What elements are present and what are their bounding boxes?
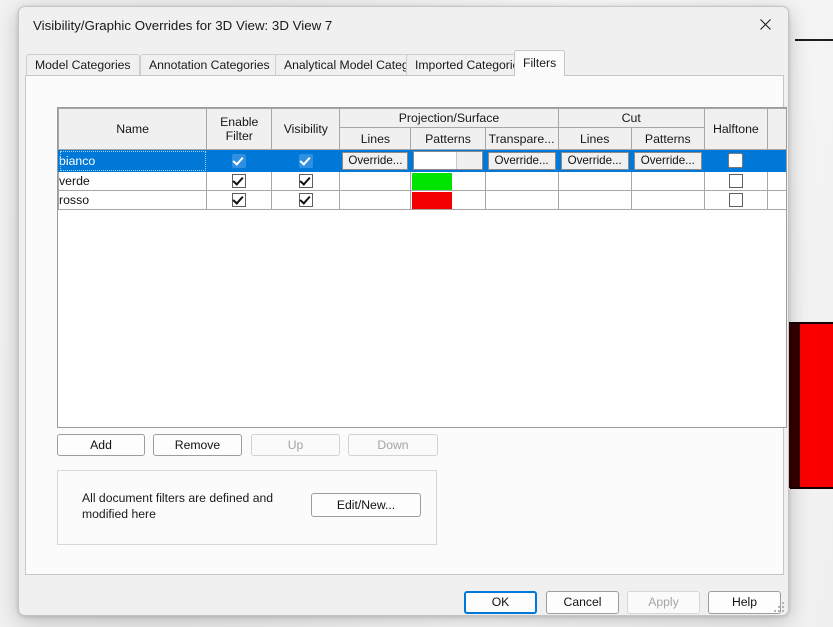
row-projection-patterns-override[interactable] (410, 190, 486, 210)
row-name[interactable]: bianco (58, 149, 208, 172)
ok-button[interactable]: OK (464, 591, 537, 614)
filter-action-buttons: Add Remove Up Down (57, 434, 477, 456)
help-button[interactable]: Help (708, 591, 781, 614)
filters-info-groupbox: All document filters are defined and mod… (57, 470, 437, 545)
row-name[interactable]: rosso (58, 190, 208, 210)
apply-button[interactable]: Apply (627, 591, 700, 614)
add-button[interactable]: Add (57, 434, 145, 456)
tab-strip: Model Categories Annotation Categories A… (25, 47, 784, 76)
col-header-cut-patterns[interactable]: Patterns (630, 127, 705, 150)
checkbox-icon (728, 174, 743, 189)
row-spacer (766, 190, 786, 210)
filters-table-body: bianco Override... Override... Override.… (58, 149, 786, 210)
row-projection-transparency-override[interactable] (484, 171, 559, 191)
row-spacer (766, 171, 786, 191)
col-header-visibility[interactable]: Visibility (271, 108, 341, 150)
table-row[interactable]: verde (58, 171, 786, 191)
checkbox-icon (232, 193, 247, 208)
row-halftone-checkbox[interactable] (703, 149, 768, 172)
filters-info-text: All document filters are defined and mod… (82, 491, 274, 521)
col-header-halftone[interactable]: Halftone (703, 108, 768, 150)
table-row[interactable]: bianco Override... Override... Override.… (58, 149, 786, 172)
tab-model-categories[interactable]: Model Categories (26, 54, 140, 76)
pattern-color-swatch (412, 192, 453, 209)
filters-tab-page: Name Enable Filter Visibility Projection… (25, 75, 787, 575)
filters-grid[interactable]: Name Enable Filter Visibility Projection… (57, 107, 787, 428)
row-projection-lines-override[interactable] (339, 190, 412, 210)
tab-filters[interactable]: Filters (514, 50, 566, 76)
row-spacer (766, 149, 786, 172)
row-cut-patterns-override[interactable] (630, 190, 705, 210)
pattern-color-swatch (412, 173, 453, 190)
row-enable-filter-checkbox[interactable] (206, 171, 273, 191)
screen-root: Visibility/Graphic Overrides for 3D View… (0, 0, 833, 627)
enable-filter-line-1: Enable (220, 115, 259, 129)
row-cut-lines-override[interactable] (557, 171, 632, 191)
visibility-graphic-overrides-dialog: Visibility/Graphic Overrides for 3D View… (18, 6, 789, 616)
col-header-enable-filter[interactable]: Enable Filter (206, 108, 273, 150)
row-cut-patterns-override[interactable] (630, 171, 705, 191)
filters-table: Name Enable Filter Visibility Projection… (58, 108, 786, 210)
col-header-spacer (766, 108, 786, 150)
row-halftone-checkbox[interactable] (703, 171, 768, 191)
pattern-swatch-button (413, 151, 483, 170)
edit-new-button[interactable]: Edit/New... (311, 493, 421, 517)
tab-annotation-categories[interactable]: Annotation Categories (140, 54, 279, 76)
row-cut-lines-override[interactable]: Override... (557, 149, 632, 172)
col-header-cut[interactable]: Cut (557, 108, 705, 128)
col-header-projection-lines[interactable]: Lines (339, 127, 412, 150)
row-projection-patterns-override[interactable] (410, 149, 486, 172)
checkbox-icon (728, 193, 743, 208)
background-solid-bottom-edge (790, 487, 833, 489)
checkbox-icon (298, 153, 313, 168)
dialog-title: Visibility/Graphic Overrides for 3D View… (33, 18, 333, 33)
row-visibility-checkbox[interactable] (271, 190, 341, 210)
checkbox-icon (298, 193, 313, 208)
checkbox-icon (232, 153, 247, 168)
resize-grip-icon[interactable] (774, 602, 786, 614)
col-header-projection-transparency[interactable]: Transpare... (484, 127, 559, 150)
dialog-titlebar[interactable]: Visibility/Graphic Overrides for 3D View… (19, 7, 788, 47)
col-header-projection-patterns[interactable]: Patterns (410, 127, 486, 150)
row-enable-filter-checkbox[interactable] (206, 190, 273, 210)
row-cut-patterns-override[interactable]: Override... (630, 149, 705, 172)
row-projection-transparency-override[interactable] (484, 190, 559, 210)
row-projection-lines-override[interactable] (339, 171, 412, 191)
checkbox-icon (728, 153, 744, 169)
close-icon[interactable] (742, 7, 788, 41)
checkbox-icon (232, 174, 247, 189)
row-visibility-checkbox[interactable] (271, 149, 341, 172)
col-header-projection-surface[interactable]: Projection/Surface (339, 108, 559, 128)
background-solid-red (800, 322, 833, 489)
down-button[interactable]: Down (348, 434, 438, 456)
cancel-button[interactable]: Cancel (546, 591, 619, 614)
col-header-cut-lines[interactable]: Lines (557, 127, 632, 150)
col-header-name[interactable]: Name (58, 108, 208, 150)
up-button[interactable]: Up (251, 434, 340, 456)
table-row[interactable]: rosso (58, 190, 786, 210)
checkbox-icon (298, 174, 313, 189)
background-line (795, 39, 833, 41)
enable-filter-line-2: Filter (225, 129, 253, 143)
pattern-color-swatch (414, 152, 458, 169)
row-halftone-checkbox[interactable] (703, 190, 768, 210)
row-name[interactable]: verde (58, 171, 208, 191)
row-enable-filter-checkbox[interactable] (206, 149, 273, 172)
background-solid-top-edge (788, 322, 833, 324)
row-projection-patterns-override[interactable] (410, 171, 486, 191)
row-visibility-checkbox[interactable] (271, 171, 341, 191)
remove-button[interactable]: Remove (153, 434, 242, 456)
dialog-footer: OK Cancel Apply Help (19, 585, 788, 615)
row-projection-transparency-override[interactable]: Override... (484, 149, 559, 172)
row-cut-lines-override[interactable] (557, 190, 632, 210)
row-projection-lines-override[interactable]: Override... (339, 149, 412, 172)
